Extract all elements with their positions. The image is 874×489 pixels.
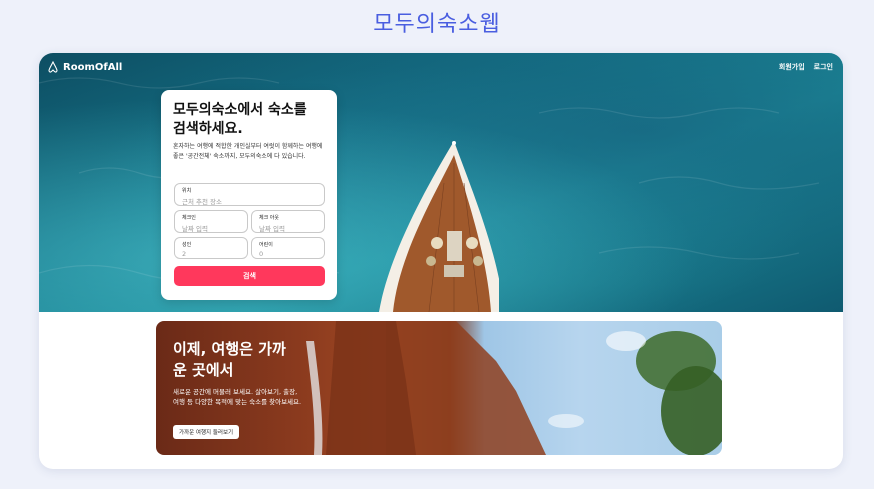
adults-field[interactable]: 성인 2	[174, 237, 248, 259]
children-input[interactable]: 0	[259, 250, 317, 258]
location-field[interactable]: 위치 근처 추천 장소	[174, 183, 325, 206]
checkout-field[interactable]: 체크 아웃 날짜 입력	[251, 210, 325, 233]
checkout-label: 체크 아웃	[259, 215, 279, 221]
boat-image	[379, 141, 499, 312]
browser-frame: RoomOfAll 회원가입 로그인 모두의숙소에서 숙소를 검색하세요. 혼자…	[39, 53, 843, 469]
checkin-input[interactable]: 날짜 입력	[182, 223, 240, 233]
search-button[interactable]: 검색	[174, 266, 325, 286]
checkout-input[interactable]: 날짜 입력	[259, 223, 317, 233]
explore-nearby-button[interactable]: 가까운 여행지 둘러보기	[173, 425, 240, 439]
logo-text: RoomOfAll	[63, 61, 123, 73]
search-title: 모두의숙소에서 숙소를 검색하세요.	[173, 102, 307, 137]
location-label: 위치	[182, 188, 192, 194]
search-description: 혼자하는 여행에 적합한 개인실부터 여럿이 함께하는 여행에 좋은 '공간전체…	[173, 143, 323, 160]
promo-banner: 이제, 여행은 가까운 곳에서 새로운 공간에 머물러 보세요. 살아보기, 출…	[156, 321, 722, 455]
checkin-field[interactable]: 체크인 날짜 입력	[174, 210, 248, 233]
banner-title: 이제, 여행은 가까운 곳에서	[173, 340, 286, 379]
airbnb-logo-icon	[48, 61, 58, 73]
hero-section: RoomOfAll 회원가입 로그인 모두의숙소에서 숙소를 검색하세요. 혼자…	[39, 53, 843, 312]
adults-label: 성인	[182, 242, 192, 248]
banner-description: 새로운 공간에 머물러 보세요. 살아보기, 출장, 여행 등 다양한 목적에 …	[173, 388, 302, 406]
checkin-label: 체크인	[182, 215, 196, 221]
logo[interactable]: RoomOfAll	[47, 61, 122, 73]
adults-input[interactable]: 2	[182, 250, 240, 258]
children-field[interactable]: 어린이 0	[251, 237, 325, 259]
page-heading: 모두의숙소웹	[373, 12, 501, 37]
children-label: 어린이	[259, 242, 273, 248]
top-nav: 회원가입 로그인	[779, 62, 833, 72]
login-link[interactable]: 로그인	[814, 62, 833, 72]
signup-link[interactable]: 회원가입	[779, 62, 805, 72]
location-input[interactable]: 근처 추천 장소	[182, 196, 317, 206]
search-card: 모두의숙소에서 숙소를 검색하세요. 혼자하는 여행에 적합한 개인실부터 여럿…	[161, 90, 337, 300]
